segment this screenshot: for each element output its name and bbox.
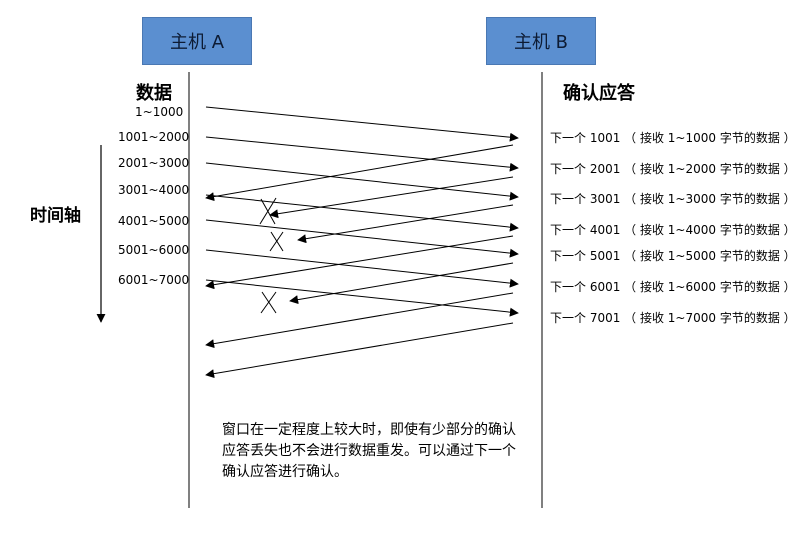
ack-arrow xyxy=(205,144,514,202)
ack-arrow xyxy=(205,322,514,379)
data-arrow xyxy=(205,106,519,142)
data-arrow xyxy=(205,219,519,258)
ack-arrow-lost xyxy=(289,262,514,305)
data-arrow xyxy=(205,162,519,201)
data-arrow xyxy=(205,249,519,288)
sequence-diagram xyxy=(96,72,543,508)
ack-arrow-lost xyxy=(297,204,514,244)
data-arrow xyxy=(205,279,519,317)
ack-arrow-lost xyxy=(269,176,514,219)
ack-arrow xyxy=(205,292,514,349)
